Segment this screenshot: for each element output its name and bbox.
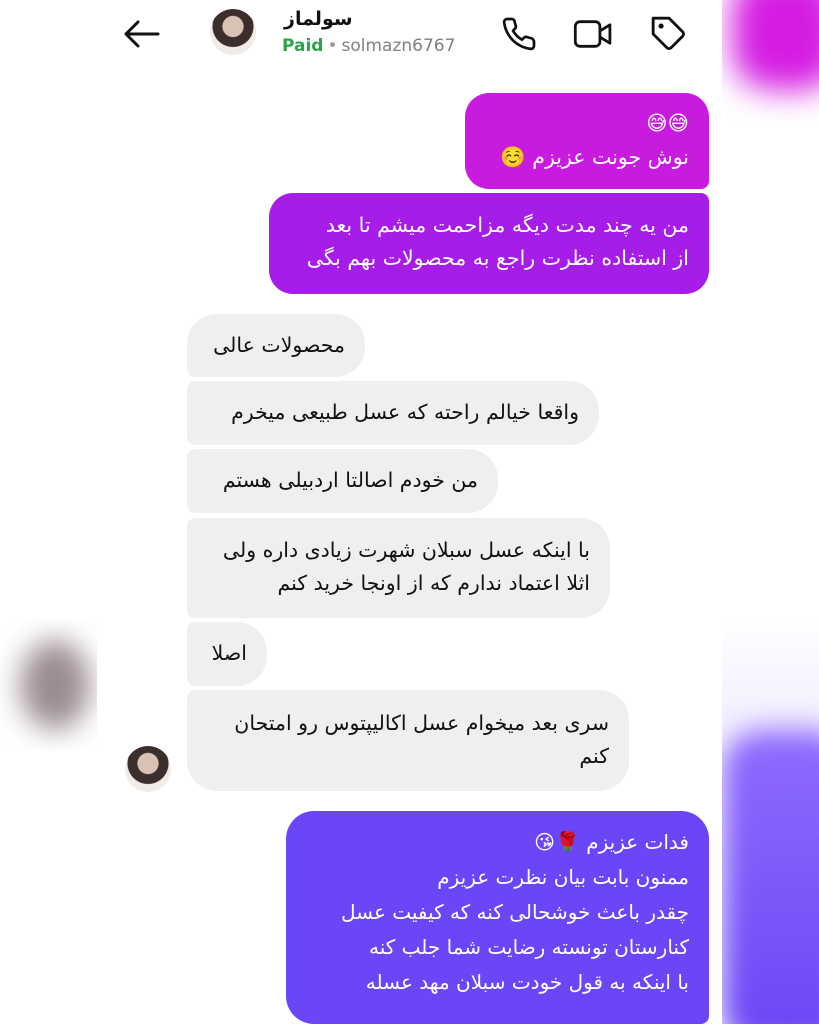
video-camera-icon — [573, 20, 612, 48]
video-call-button[interactable] — [573, 14, 613, 54]
message-text: کنم — [579, 744, 609, 768]
call-button[interactable] — [499, 14, 539, 54]
label-button[interactable] — [649, 14, 689, 54]
incoming-message[interactable]: واقعا خیالم راحته که عسل طبیعی میخرم — [187, 381, 599, 445]
message-text: اثلا اعتماد ندارم که از اونجا خرید کنم — [277, 571, 590, 595]
message-text: ممنون بابت بیان نظرت عزیزم — [437, 865, 689, 889]
blurred-right-panel — [722, 0, 819, 1024]
message-text: کنارستان تونسته رضایت شما جلب کنه — [369, 935, 689, 959]
message-text: من یه چند مدت دیگه مزاحمت میشم تا بعد — [325, 213, 689, 237]
paid-badge: Paid — [282, 36, 324, 56]
message-text: چقدر باعث خوشحالی کنه که کیفیت عسل — [340, 900, 689, 924]
message-text: فدات عزیزم 🌹😘 — [534, 830, 689, 854]
arrow-left-icon — [124, 20, 160, 48]
contact-name[interactable]: سولماز — [284, 8, 353, 30]
blurred-left-panel — [0, 620, 97, 750]
tag-icon — [651, 16, 685, 50]
message-text: از استفاده نظرت راجع به محصولات بهم بگی — [306, 246, 689, 270]
avatar[interactable] — [210, 9, 256, 55]
message-text: اصلا — [211, 641, 247, 665]
sender-avatar[interactable] — [125, 746, 171, 792]
incoming-message[interactable]: با اینکه عسل سبلان شهرت زیادی داره ولی ا… — [187, 518, 610, 618]
message-text: 😅😅 — [646, 111, 689, 135]
message-text: سری بعد میخوام عسل اکالیپتوس رو امتحان — [234, 711, 609, 735]
message-text: من خودم اصالتا اردبیلی هستم — [222, 468, 478, 492]
incoming-message[interactable]: محصولات عالی — [187, 314, 365, 377]
message-text: با اینکه عسل سبلان شهرت زیادی داره ولی — [222, 538, 590, 562]
blur-blob — [722, 730, 819, 1024]
outgoing-message[interactable]: من یه چند مدت دیگه مزاحمت میشم تا بعد از… — [269, 193, 709, 294]
contact-subtitle: Paid • solmazn6767 — [282, 36, 455, 56]
incoming-message[interactable]: من خودم اصالتا اردبیلی هستم — [187, 449, 498, 513]
message-text: با اینکه به قول خودت سبلان مهد عسله — [365, 970, 689, 994]
blur-blob — [732, 0, 819, 90]
outgoing-message[interactable]: 😅😅 نوش جونت عزیزم ☺️ — [465, 93, 709, 189]
message-text: واقعا خیالم راحته که عسل طبیعی میخرم — [231, 400, 579, 424]
incoming-message[interactable]: سری بعد میخوام عسل اکالیپتوس رو امتحان ک… — [187, 690, 629, 791]
chat-header: سولماز Paid • solmazn6767 — [97, 0, 722, 80]
message-text: نوش جونت عزیزم ☺️ — [500, 145, 689, 169]
message-text: محصولات عالی — [213, 333, 345, 357]
separator-dot: • — [327, 36, 338, 56]
phone-icon — [502, 17, 536, 51]
outgoing-message[interactable]: فدات عزیزم 🌹😘 ممنون بابت بیان نظرت عزیزم… — [286, 811, 709, 1024]
contact-username: solmazn6767 — [341, 36, 456, 56]
incoming-message[interactable]: اصلا — [187, 622, 267, 686]
back-button[interactable] — [121, 16, 161, 52]
